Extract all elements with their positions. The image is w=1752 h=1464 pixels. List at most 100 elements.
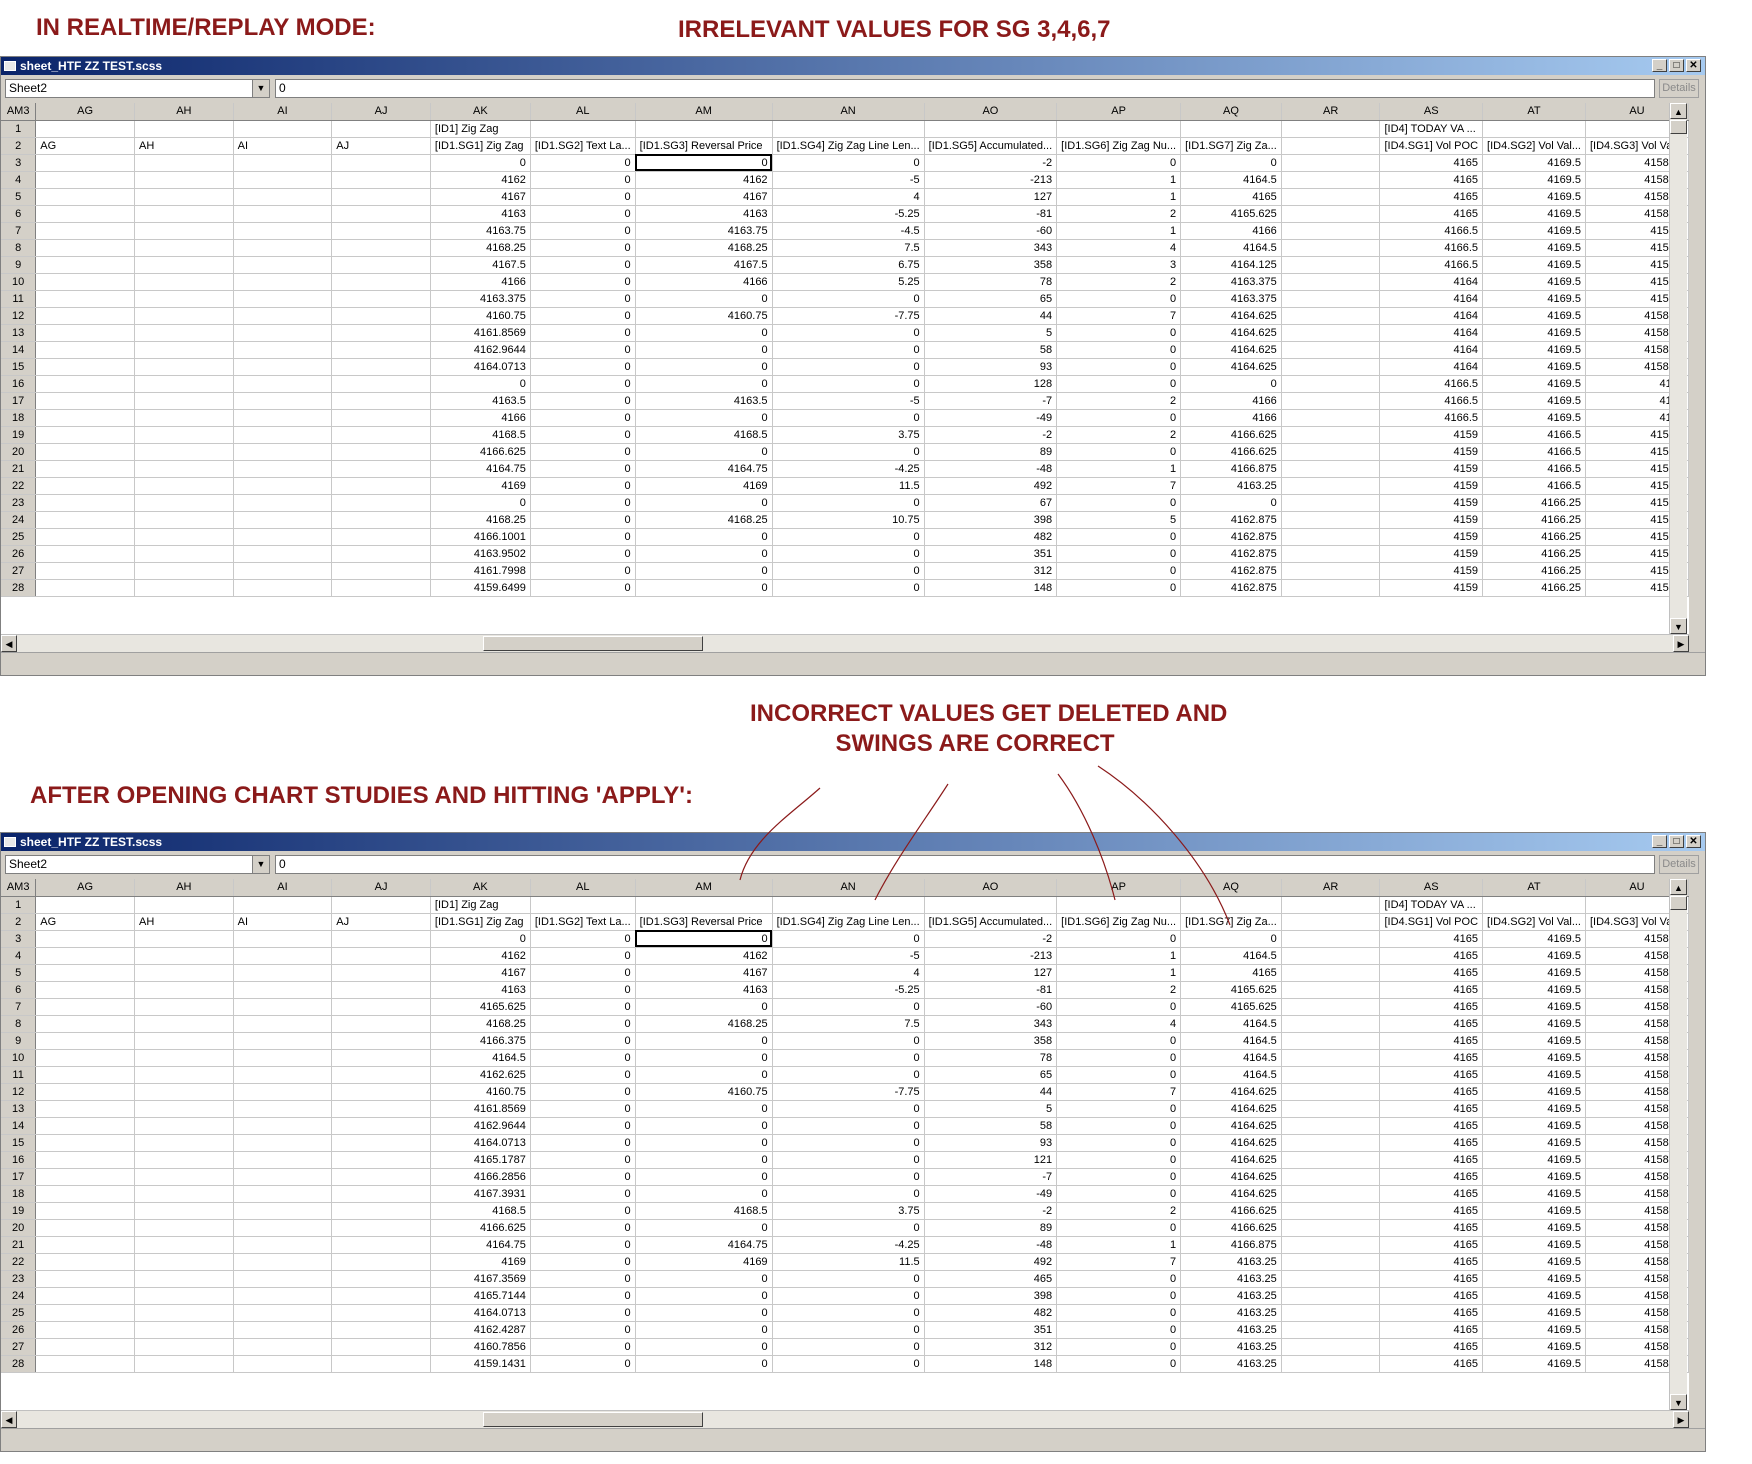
- grid-cell[interactable]: 0: [772, 528, 925, 546]
- grid-cell[interactable]: 0: [530, 341, 636, 359]
- grid-cell[interactable]: 4159: [1379, 494, 1484, 512]
- grid-cell[interactable]: 0: [635, 1134, 773, 1152]
- grid-cell[interactable]: 4165: [1379, 1168, 1484, 1186]
- minimize-button[interactable]: _: [1652, 835, 1667, 848]
- grid-cell[interactable]: 4166.5: [1482, 477, 1586, 495]
- row-header[interactable]: 15: [1, 358, 37, 376]
- grid-cell[interactable]: [1281, 1049, 1381, 1067]
- grid-cell[interactable]: [134, 1287, 234, 1305]
- grid-cell[interactable]: 4163.9502: [430, 545, 531, 563]
- grid-cell[interactable]: 3.75: [772, 1202, 925, 1220]
- grid-cell[interactable]: 0: [530, 1066, 636, 1084]
- grid-cell[interactable]: AJ: [331, 137, 431, 155]
- grid-cell[interactable]: 4169.5: [1482, 1066, 1586, 1084]
- grid-cell[interactable]: 0: [530, 562, 636, 580]
- grid-cell[interactable]: [1281, 913, 1381, 931]
- grid-cell[interactable]: 0: [772, 1117, 925, 1135]
- grid-cell[interactable]: -60: [924, 998, 1058, 1016]
- grid-cell[interactable]: [233, 930, 333, 948]
- grid-cell[interactable]: 4169.5: [1482, 171, 1586, 189]
- grid-cell[interactable]: 4162: [430, 171, 531, 189]
- row-header[interactable]: 17: [1, 392, 37, 410]
- grid-cell[interactable]: [1281, 930, 1381, 948]
- grid-cell[interactable]: [134, 528, 234, 546]
- grid-cell[interactable]: [134, 896, 234, 914]
- grid-cell[interactable]: [233, 1321, 333, 1339]
- grid-cell[interactable]: [233, 1219, 333, 1237]
- grid-cell[interactable]: [134, 239, 234, 257]
- grid-cell[interactable]: [ID1.SG6] Zig Zag Nu...: [1056, 913, 1182, 931]
- grid-cell[interactable]: 2: [1056, 426, 1182, 444]
- row-header[interactable]: 9: [1, 1032, 37, 1050]
- grid-cell[interactable]: 2: [1056, 392, 1182, 410]
- column-header[interactable]: AM: [635, 103, 773, 121]
- row-header[interactable]: 28: [1, 1355, 37, 1373]
- grid-cell[interactable]: [530, 120, 636, 138]
- grid-cell[interactable]: 1: [1056, 460, 1182, 478]
- grid-cell[interactable]: 4169.5: [1482, 1287, 1586, 1305]
- grid-cell[interactable]: [35, 494, 135, 512]
- scroll-up-icon[interactable]: ▲: [1670, 879, 1687, 895]
- grid-cell[interactable]: 4166.625: [1180, 1202, 1282, 1220]
- grid-cell[interactable]: 4165: [1379, 1049, 1484, 1067]
- grid-cell[interactable]: [1281, 896, 1381, 914]
- grid-cell[interactable]: 4169: [430, 477, 531, 495]
- grid-cell[interactable]: [35, 1253, 135, 1271]
- grid-cell[interactable]: 11.5: [772, 1253, 925, 1271]
- grid-cell[interactable]: 4163: [430, 205, 531, 223]
- grid-cell[interactable]: 4169.5: [1482, 341, 1586, 359]
- maximize-button[interactable]: □: [1669, 835, 1684, 848]
- grid-cell[interactable]: [35, 375, 135, 393]
- row-header[interactable]: 5: [1, 964, 37, 982]
- grid-cell[interactable]: 4164.5: [1180, 1032, 1282, 1050]
- grid-cell[interactable]: 4169.5: [1482, 1202, 1586, 1220]
- grid-cell[interactable]: 0: [530, 964, 636, 982]
- grid-cell[interactable]: 6.75: [772, 256, 925, 274]
- grid-cell[interactable]: 4166.5: [1482, 460, 1586, 478]
- grid-cell[interactable]: [331, 1083, 431, 1101]
- grid-cell[interactable]: 0: [1056, 579, 1182, 597]
- grid-cell[interactable]: 4162: [430, 947, 531, 965]
- grid-cell[interactable]: 4159: [1379, 579, 1484, 597]
- grid-cell[interactable]: [35, 460, 135, 478]
- grid-cell[interactable]: [233, 998, 333, 1016]
- grid-cell[interactable]: [331, 222, 431, 240]
- grid-cell[interactable]: [233, 1134, 333, 1152]
- grid-cell[interactable]: 4165: [1379, 1338, 1484, 1356]
- cell-reference[interactable]: AM3: [1, 879, 37, 897]
- grid-cell[interactable]: 0: [530, 528, 636, 546]
- grid-cell[interactable]: 4165: [1379, 188, 1484, 206]
- grid-cell[interactable]: 0: [530, 1236, 636, 1254]
- grid-cell[interactable]: 4168.25: [430, 1015, 531, 1033]
- grid-cell[interactable]: 0: [530, 1355, 636, 1373]
- grid-cell[interactable]: 4164.625: [1180, 1185, 1282, 1203]
- grid-cell[interactable]: [134, 579, 234, 597]
- grid-cell[interactable]: 0: [1180, 375, 1282, 393]
- horizontal-scrollbar[interactable]: ◀ ▶: [1, 1410, 1689, 1428]
- grid-cell[interactable]: 2: [1056, 273, 1182, 291]
- grid-cell[interactable]: 4161.8569: [430, 1100, 531, 1118]
- grid-cell[interactable]: 358: [924, 256, 1058, 274]
- grid-cell[interactable]: 0: [530, 256, 636, 274]
- grid-cell[interactable]: 4165: [1180, 188, 1282, 206]
- grid-cell[interactable]: [331, 341, 431, 359]
- grid-cell[interactable]: 0: [1056, 1355, 1182, 1373]
- grid-cell[interactable]: 4168.25: [635, 511, 773, 529]
- grid-cell[interactable]: 4163.25: [1180, 1270, 1282, 1288]
- grid-cell[interactable]: [1281, 1304, 1381, 1322]
- grid-cell[interactable]: [1281, 341, 1381, 359]
- formula-input[interactable]: 0: [275, 855, 1655, 874]
- column-header[interactable]: AJ: [331, 103, 431, 121]
- vertical-scroll-thumb[interactable]: [1670, 896, 1687, 910]
- grid-cell[interactable]: 4163.5: [430, 392, 531, 410]
- grid-cell[interactable]: [1281, 1134, 1381, 1152]
- grid-cell[interactable]: 0: [530, 460, 636, 478]
- grid-cell[interactable]: [1281, 1321, 1381, 1339]
- grid-cell[interactable]: 4168.5: [635, 1202, 773, 1220]
- grid-cell[interactable]: [233, 964, 333, 982]
- grid-cell[interactable]: 0: [530, 998, 636, 1016]
- grid-cell[interactable]: 0: [530, 545, 636, 563]
- grid-cell[interactable]: 4164: [1379, 324, 1484, 342]
- grid-cell[interactable]: 4165: [1379, 154, 1484, 172]
- grid-cell[interactable]: 0: [530, 1321, 636, 1339]
